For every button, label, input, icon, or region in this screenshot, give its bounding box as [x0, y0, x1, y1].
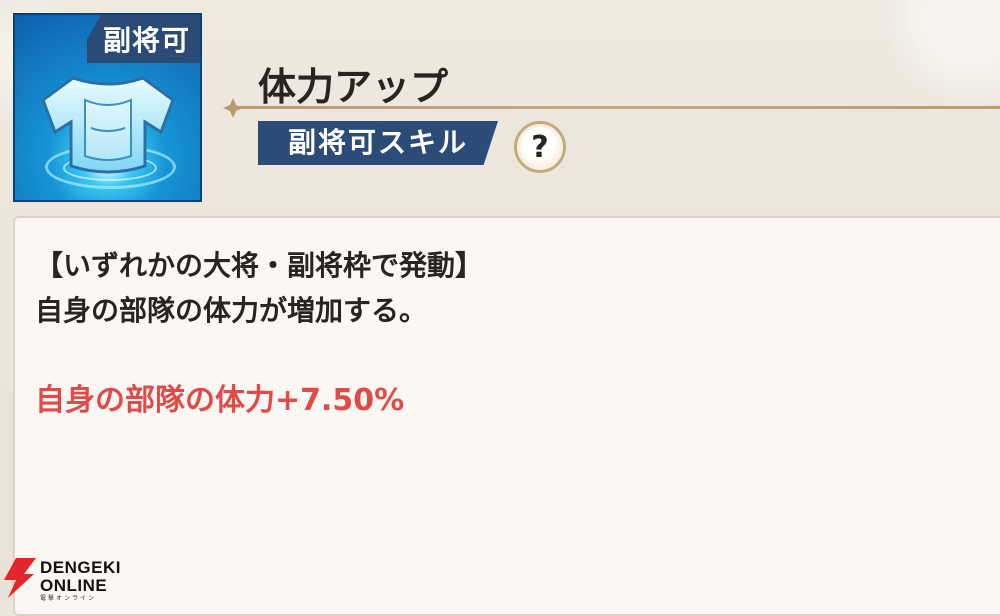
armor-icon — [41, 76, 175, 174]
question-icon: ? — [531, 129, 549, 165]
divider — [228, 106, 1000, 109]
skill-title: 体力アップ — [258, 65, 449, 109]
lightning-bolt-icon — [4, 558, 36, 598]
watermark-subtext: 電撃オンライン — [40, 595, 97, 602]
ornament-icon — [223, 98, 243, 118]
watermark-text-1: DENGEKI — [40, 558, 121, 577]
effect-description: 自身の部隊の体力が増加する。 — [35, 294, 428, 327]
watermark-logo: DENGEKI ONLINE 電撃オンライン — [2, 556, 132, 602]
skill-type-badge: 副将可スキル — [258, 121, 498, 165]
effect-value: 自身の部隊の体力+7.50% — [35, 383, 405, 418]
skill-icon[interactable]: 副将可 — [13, 13, 202, 202]
help-button[interactable]: ? — [514, 121, 566, 173]
corner-tag: 副将可 — [86, 15, 200, 63]
activation-condition: 【いずれかの大将・副将枠で発動】 — [35, 249, 484, 282]
